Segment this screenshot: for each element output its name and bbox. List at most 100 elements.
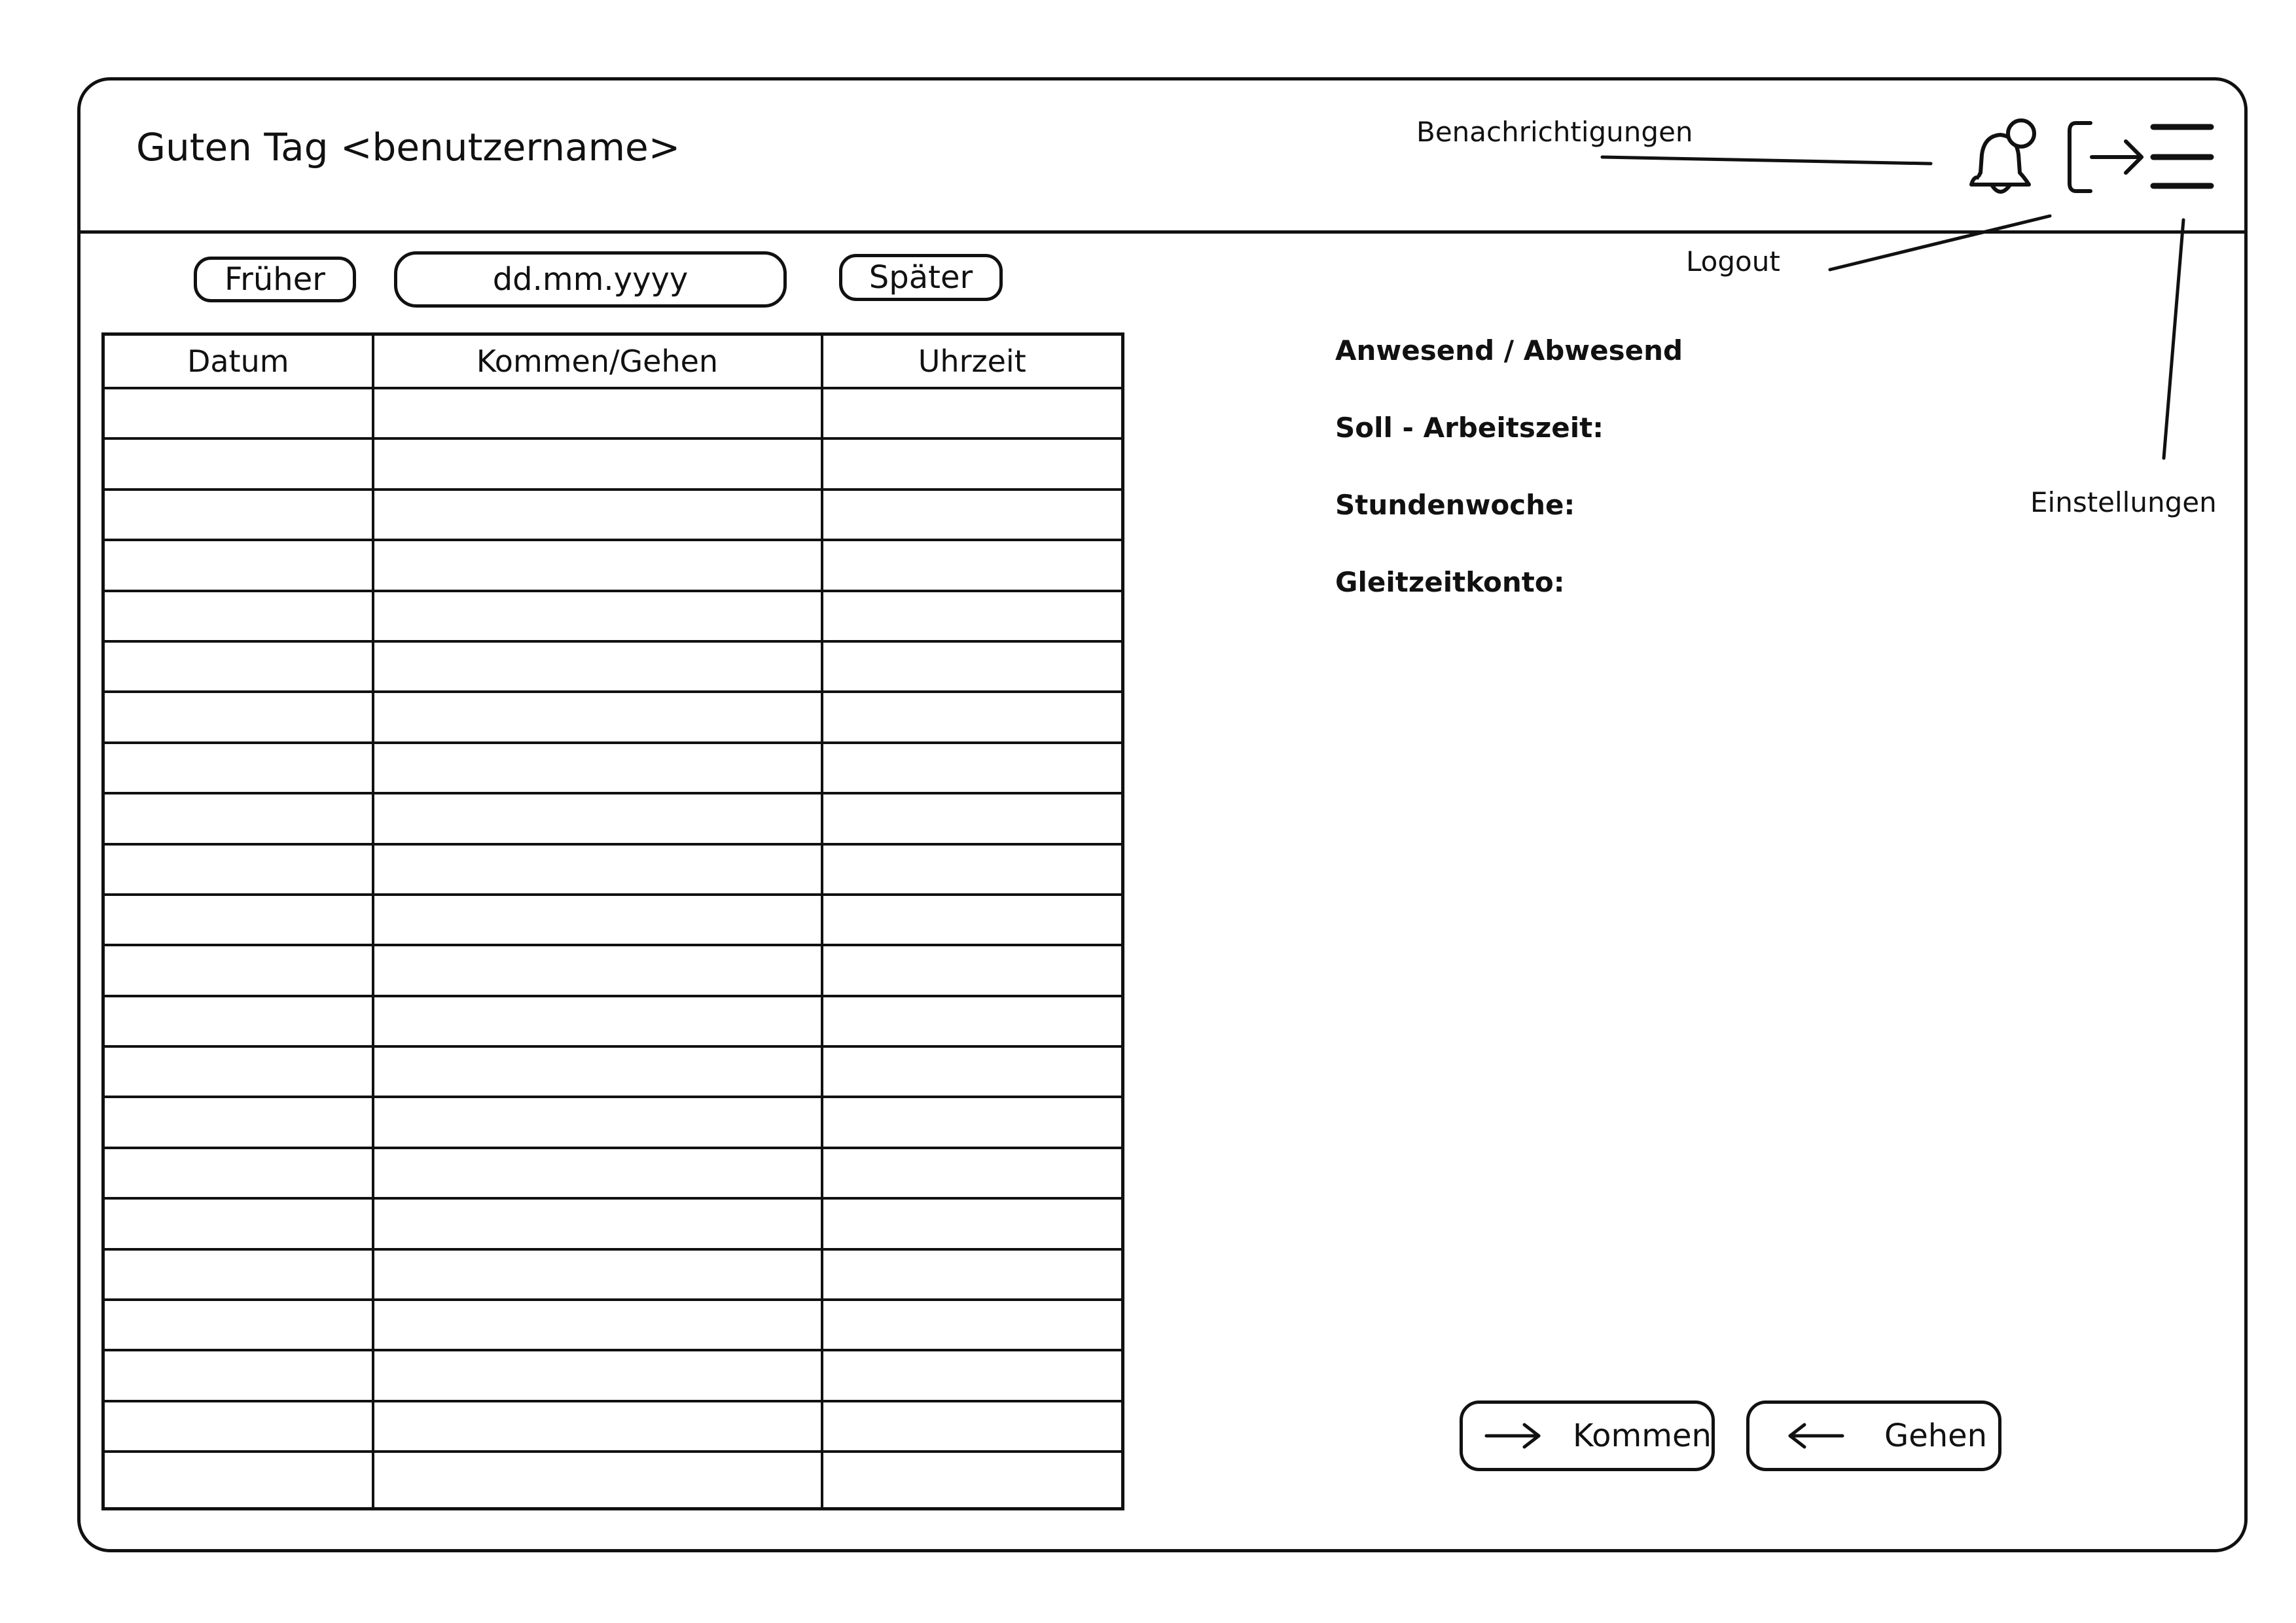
table-row — [101, 589, 1124, 643]
table-row — [101, 842, 1124, 896]
table-cell-date — [101, 488, 374, 542]
table-cell-date — [101, 589, 374, 643]
table-cell-time — [820, 1247, 1124, 1302]
table-cell-direction — [371, 1349, 823, 1402]
table-row — [101, 1399, 1124, 1454]
table-cell-date — [101, 1197, 374, 1251]
column-header-direction: Kommen/Gehen — [371, 332, 823, 389]
table-row — [101, 539, 1124, 592]
table-cell-date — [101, 1298, 374, 1352]
table-cell-direction — [371, 1450, 823, 1510]
table-row — [101, 488, 1124, 542]
table-cell-time — [820, 1399, 1124, 1454]
table-cell-date — [101, 690, 374, 744]
annotation-logout: Logout — [1686, 245, 1780, 277]
clock-in-button[interactable]: Kommen — [1460, 1400, 1715, 1471]
table-cell-date — [101, 792, 374, 846]
table-cell-direction — [371, 589, 823, 643]
table-cell-date — [101, 944, 374, 997]
table-cell-time — [820, 792, 1124, 846]
table-cell-time — [820, 842, 1124, 896]
table-cell-direction — [371, 386, 823, 440]
table-row — [101, 792, 1124, 846]
date-input[interactable] — [416, 261, 764, 298]
table-header-row: Datum Kommen/Gehen Uhrzeit — [101, 332, 1124, 389]
arrow-right-icon — [1484, 1423, 1541, 1449]
table-cell-direction — [371, 1045, 823, 1099]
table-cell-direction — [371, 1399, 823, 1454]
table-cell-time — [820, 944, 1124, 997]
table-cell-date — [101, 1399, 374, 1454]
table-cell-date — [101, 1045, 374, 1099]
table-cell-direction — [371, 1096, 823, 1149]
table-cell-time — [820, 690, 1124, 744]
annotation-notifications: Benachrichtigungen — [1416, 116, 1693, 148]
table-cell-direction — [371, 842, 823, 896]
bell-icon[interactable] — [1956, 113, 2047, 204]
table-cell-date — [101, 1450, 374, 1510]
arrow-left-icon — [1788, 1423, 1844, 1449]
table-cell-date — [101, 994, 374, 1048]
table-cell-date — [101, 1349, 374, 1402]
table-cell-time — [820, 386, 1124, 440]
table-row — [101, 690, 1124, 744]
table-row — [101, 994, 1124, 1048]
table-row — [101, 1096, 1124, 1149]
table-row — [101, 1450, 1124, 1510]
table-cell-time — [820, 1298, 1124, 1352]
annotation-settings: Einstellungen — [2030, 486, 2217, 518]
table-row — [101, 893, 1124, 947]
table-cell-direction — [371, 488, 823, 542]
table-row — [101, 437, 1124, 491]
table-cell-time — [820, 741, 1124, 795]
earlier-button[interactable]: Früher — [194, 257, 356, 302]
table-row — [101, 1146, 1124, 1200]
table-row — [101, 1349, 1124, 1402]
clock-out-label: Gehen — [1884, 1418, 1988, 1454]
table-cell-date — [101, 1096, 374, 1149]
greeting-title: Guten Tag <benutzername> — [136, 125, 681, 169]
table-row — [101, 1045, 1124, 1099]
table-cell-direction — [371, 1146, 823, 1200]
table-row — [101, 1298, 1124, 1352]
table-cell-time — [820, 1146, 1124, 1200]
table-cell-date — [101, 1247, 374, 1302]
clock-out-button[interactable]: Gehen — [1746, 1400, 2001, 1471]
table-cell-time — [820, 488, 1124, 542]
table-cell-time — [820, 539, 1124, 592]
table-cell-direction — [371, 539, 823, 592]
date-field[interactable] — [394, 251, 787, 308]
table-cell-time — [820, 1197, 1124, 1251]
table-cell-date — [101, 741, 374, 795]
presence-status-label: Anwesend / Abwesend — [1335, 334, 1683, 366]
weekly-hours-label: Stundenwoche: — [1335, 489, 1575, 521]
table-cell-date — [101, 539, 374, 592]
table-cell-date — [101, 893, 374, 947]
clock-in-label: Kommen — [1573, 1418, 1712, 1454]
table-cell-date — [101, 842, 374, 896]
table-cell-direction — [371, 690, 823, 744]
table-cell-date — [101, 437, 374, 491]
table-cell-direction — [371, 994, 823, 1048]
header-divider — [77, 230, 2248, 234]
table-body — [101, 386, 1124, 1510]
table-cell-direction — [371, 792, 823, 846]
logout-icon[interactable] — [2064, 118, 2149, 196]
later-button[interactable]: Später — [839, 254, 1003, 301]
table-cell-date — [101, 639, 374, 694]
table-cell-direction — [371, 639, 823, 694]
table-cell-time — [820, 1096, 1124, 1149]
menu-icon[interactable] — [2149, 120, 2215, 192]
table-cell-time — [820, 639, 1124, 694]
table-cell-direction — [371, 1298, 823, 1352]
table-cell-time — [820, 1450, 1124, 1510]
table-cell-date — [101, 386, 374, 440]
table-row — [101, 1247, 1124, 1302]
table-row — [101, 944, 1124, 997]
table-cell-time — [820, 994, 1124, 1048]
table-cell-time — [820, 1045, 1124, 1099]
table-cell-time — [820, 893, 1124, 947]
flextime-account-label: Gleitzeitkonto: — [1335, 566, 1565, 598]
column-header-time: Uhrzeit — [820, 332, 1124, 389]
table-cell-direction — [371, 944, 823, 997]
